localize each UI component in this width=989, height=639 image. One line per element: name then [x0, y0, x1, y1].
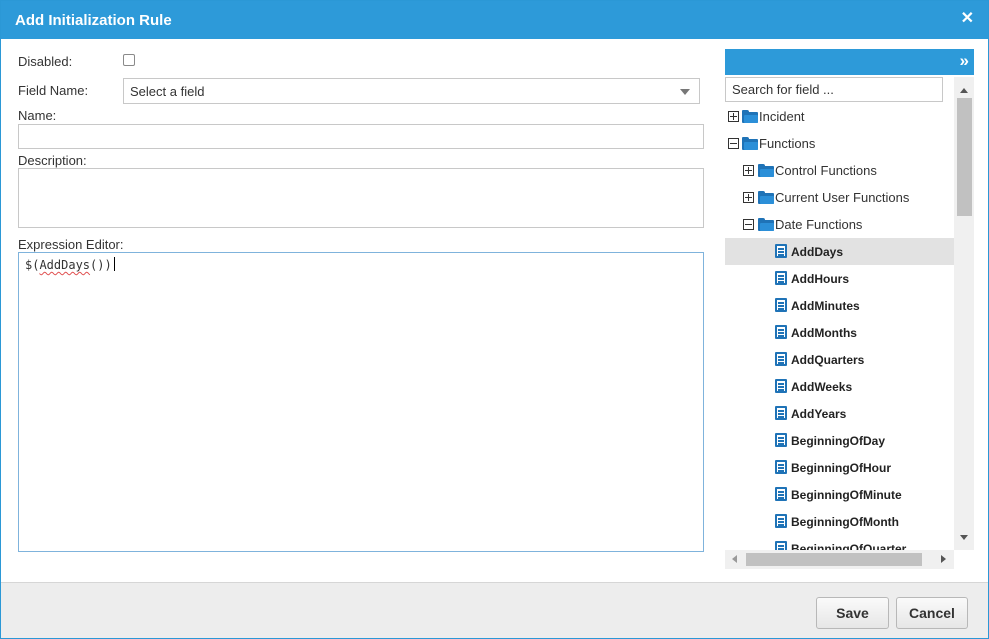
- double-chevron-right-icon[interactable]: »: [960, 51, 970, 71]
- document-icon: [775, 541, 787, 550]
- field-search-placeholder: Search for field ...: [732, 82, 834, 97]
- expression-code: $(AddDays()): [25, 257, 115, 272]
- scroll-down-icon[interactable]: [960, 535, 968, 540]
- folder-open-icon: [758, 218, 774, 231]
- tree-node-functions[interactable]: Functions: [725, 130, 954, 157]
- tree-item-label: AddQuarters: [791, 353, 865, 367]
- collapse-minus-icon[interactable]: [743, 219, 754, 230]
- tree-item-addhours[interactable]: AddHours: [725, 265, 954, 292]
- tree-item-label: BeginningOfDay: [791, 434, 886, 448]
- tree-item-label: BeginningOfMonth: [791, 515, 899, 529]
- tree-node-label: Functions: [759, 136, 816, 151]
- tree-node-label: Incident: [759, 109, 805, 124]
- tree-item-label: AddMonths: [791, 326, 857, 340]
- tree-item-beginningofhour[interactable]: BeginningOfHour: [725, 454, 954, 481]
- expression-prefix: $(: [25, 258, 40, 272]
- disabled-checkbox[interactable]: [123, 54, 135, 66]
- text-caret: [113, 257, 115, 271]
- expression-editor-label: Expression Editor:: [18, 237, 124, 252]
- document-icon: [775, 244, 787, 258]
- tree-node-label: Control Functions: [775, 163, 877, 178]
- name-input[interactable]: [18, 124, 704, 149]
- tree-item-addquarters[interactable]: AddQuarters: [725, 346, 954, 373]
- tree-node-label: Date Functions: [775, 217, 863, 232]
- folder-icon: [742, 110, 758, 123]
- dialog-title: Add Initialization Rule: [15, 12, 172, 29]
- document-icon: [775, 271, 787, 285]
- cancel-button[interactable]: Cancel: [896, 597, 968, 629]
- tree-item-beginningofminute[interactable]: BeginningOfMinute: [725, 481, 954, 508]
- collapse-minus-icon[interactable]: [728, 138, 739, 149]
- tree-item-label: AddWeeks: [791, 380, 853, 394]
- tree-item-addyears[interactable]: AddYears: [725, 400, 954, 427]
- document-icon: [775, 487, 787, 501]
- disabled-label: Disabled:: [18, 54, 73, 69]
- expression-function: AddDays: [39, 258, 91, 272]
- tree-item-label: AddYears: [791, 407, 847, 421]
- description-textarea[interactable]: [18, 168, 704, 228]
- description-label: Description:: [18, 153, 87, 168]
- tree-item-addminutes[interactable]: AddMinutes: [725, 292, 954, 319]
- expand-plus-icon[interactable]: [743, 192, 754, 203]
- folder-icon: [758, 164, 774, 177]
- document-icon: [775, 325, 787, 339]
- expression-suffix: ()): [90, 258, 112, 272]
- scroll-thumb[interactable]: [746, 553, 922, 566]
- tree-node-date-functions[interactable]: Date Functions: [725, 211, 954, 238]
- save-button[interactable]: Save: [816, 597, 889, 629]
- folder-open-icon: [742, 137, 758, 150]
- field-panel-header: »: [725, 49, 974, 75]
- tree-node-label: Current User Functions: [775, 190, 910, 205]
- document-icon: [775, 460, 787, 474]
- field-tree: Incident Functions Control Functions Cur…: [725, 103, 954, 550]
- document-icon: [775, 379, 787, 393]
- scroll-thumb[interactable]: [957, 98, 972, 216]
- name-label: Name:: [18, 108, 57, 123]
- tree-vertical-scrollbar[interactable]: [954, 77, 974, 550]
- dialog-titlebar: Add Initialization Rule ✕: [1, 1, 988, 39]
- tree-item-beginningofday[interactable]: BeginningOfDay: [725, 427, 954, 454]
- tree-item-label: BeginningOfHour: [791, 461, 891, 475]
- scroll-right-icon[interactable]: [941, 555, 946, 563]
- tree-item-label: BeginningOfQuarter: [791, 542, 907, 550]
- folder-icon: [758, 191, 774, 204]
- document-icon: [775, 352, 787, 366]
- document-icon: [775, 298, 787, 312]
- close-icon[interactable]: ✕: [961, 10, 974, 28]
- document-icon: [775, 406, 787, 420]
- tree-node-control-functions[interactable]: Control Functions: [725, 157, 954, 184]
- tree-item-beginningofmonth[interactable]: BeginningOfMonth: [725, 508, 954, 535]
- tree-node-incident[interactable]: Incident: [725, 103, 954, 130]
- tree-item-label: BeginningOfMinute: [791, 488, 902, 502]
- tree-item-addweeks[interactable]: AddWeeks: [725, 373, 954, 400]
- tree-node-current-user-functions[interactable]: Current User Functions: [725, 184, 954, 211]
- chevron-down-icon: [680, 89, 690, 95]
- field-name-select[interactable]: Select a field: [123, 78, 700, 104]
- dialog-footer: Save Cancel: [1, 582, 988, 638]
- expression-editor[interactable]: $(AddDays()): [18, 252, 704, 552]
- expand-plus-icon[interactable]: [743, 165, 754, 176]
- expand-plus-icon[interactable]: [728, 111, 739, 122]
- tree-item-label: AddMinutes: [791, 299, 860, 313]
- document-icon: [775, 433, 787, 447]
- add-initialization-rule-dialog: Add Initialization Rule ✕ Disabled: Fiel…: [0, 0, 989, 639]
- field-search-input[interactable]: Search for field ...: [725, 77, 943, 102]
- field-name-value: Select a field: [130, 84, 205, 99]
- tree-item-adddays[interactable]: AddDays: [725, 238, 954, 265]
- field-name-label: Field Name:: [18, 83, 89, 98]
- tree-horizontal-scrollbar[interactable]: [725, 550, 954, 569]
- scroll-left-icon[interactable]: [732, 555, 737, 563]
- tree-item-label: AddDays: [791, 245, 844, 259]
- scroll-up-icon[interactable]: [960, 88, 968, 93]
- tree-item-addmonths[interactable]: AddMonths: [725, 319, 954, 346]
- document-icon: [775, 514, 787, 528]
- tree-item-label: AddHours: [791, 272, 849, 286]
- tree-item-beginningofquarter[interactable]: BeginningOfQuarter: [725, 535, 954, 550]
